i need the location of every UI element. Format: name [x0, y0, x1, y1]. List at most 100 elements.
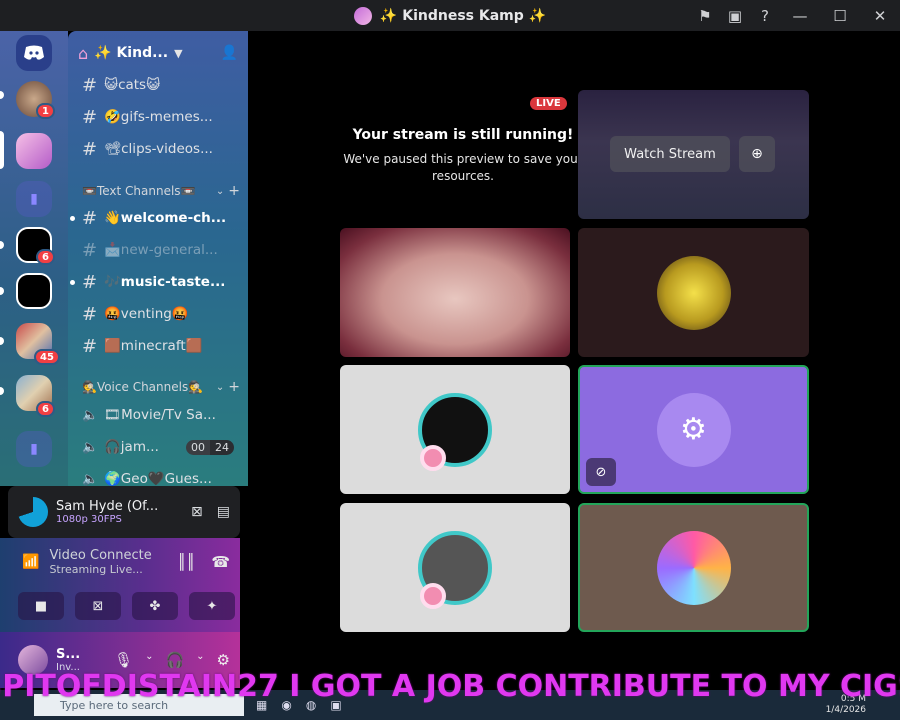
- mention-badge: 1: [36, 103, 55, 119]
- hash-icon: #: [82, 74, 98, 96]
- participant-tile[interactable]: [340, 503, 570, 632]
- participant-tile[interactable]: [578, 228, 809, 357]
- add-channel-icon[interactable]: +: [228, 379, 240, 395]
- title-bar: ✨ Kindness Kamp ✨ ⚑ ▣ ? — ☐ ✕: [0, 0, 900, 31]
- invite-icon[interactable]: 👤: [221, 45, 238, 61]
- popout-icon[interactable]: ⊕: [739, 136, 775, 172]
- streamer-name: Sam Hyde (Of...: [56, 499, 159, 514]
- disconnect-icon[interactable]: ☎: [211, 553, 230, 571]
- username: S...: [56, 647, 81, 662]
- unread-indicator: [0, 91, 4, 99]
- chevron-down-icon[interactable]: ⌄: [145, 651, 153, 669]
- stream-preview-tile[interactable]: Watch Stream ⊕: [578, 90, 809, 219]
- hash-icon: #: [82, 106, 98, 128]
- maximize-button[interactable]: ☐: [820, 0, 860, 31]
- category-text-channels[interactable]: 📼Text Channels📼 ⌄ +: [82, 181, 240, 201]
- shark-server-icon[interactable]: [16, 273, 52, 309]
- hash-icon: #: [82, 303, 98, 325]
- window-title: ✨ Kindness Kamp ✨: [379, 7, 547, 24]
- channel-cats[interactable]: # 😺cats😺: [76, 71, 240, 99]
- noise-suppression-icon[interactable]: ║║: [177, 553, 195, 571]
- speaker-icon: 🔈: [82, 471, 99, 487]
- screen-share-button[interactable]: ⊠: [75, 592, 121, 620]
- live-badge: LIVE: [530, 97, 567, 110]
- stream-quality: 1080p 30FPS: [56, 514, 122, 525]
- paused-title: Your stream is still running!: [352, 127, 574, 143]
- soundboard-icon: ✦: [206, 598, 218, 614]
- voice-channel-geo-guesser[interactable]: 🔈 🌍Geo🖤Gues...: [76, 465, 240, 486]
- paused-subtitle: We've paused this preview to save your r…: [343, 152, 583, 183]
- unread-dot: [70, 215, 75, 221]
- microphone-icon[interactable]: 🎙: [114, 651, 133, 669]
- folder-icon[interactable]: ▮: [16, 431, 52, 467]
- participant-avatar: ⚙: [656, 392, 731, 467]
- discord-logo-icon: [24, 45, 44, 60]
- streamer-avatar: [18, 497, 48, 527]
- stream-settings-icon[interactable]: ▤: [217, 504, 230, 520]
- stream-card[interactable]: Sam Hyde (Of... 1080p 30FPS ⊠ ▤: [8, 486, 240, 538]
- participant-tile[interactable]: [340, 365, 570, 494]
- speaker-icon: 🔈: [82, 439, 99, 455]
- close-button[interactable]: ✕: [860, 0, 900, 31]
- unread-indicator: [0, 337, 4, 345]
- folder-icon[interactable]: ▮: [16, 181, 52, 217]
- overlay-banner-text: SPITOFDISTAIN27 I GOT A JOB CONTRIBUTE T…: [0, 668, 900, 704]
- stop-stream-icon[interactable]: ⊠: [191, 504, 203, 520]
- channel-venting[interactable]: # 🤬venting🤬: [76, 300, 240, 328]
- guild-name: ✨ Kind...: [94, 45, 169, 61]
- guild-header[interactable]: ⌂ ✨ Kind... ▼ 👤: [68, 31, 248, 75]
- flag-icon[interactable]: ⚑: [690, 0, 720, 31]
- unread-indicator: [0, 241, 4, 249]
- voice-status: Video Connecte: [49, 548, 152, 563]
- channel-music-taste[interactable]: # 🎶music-taste...: [70, 268, 240, 296]
- channel-clips-videos[interactable]: # 📽clips-videos...: [76, 135, 240, 163]
- help-icon[interactable]: ?: [750, 0, 780, 31]
- hash-icon: #: [82, 207, 98, 229]
- user-count: 00 24: [186, 439, 234, 455]
- server-home-icon: ⌂: [78, 43, 89, 63]
- selected-indicator: [0, 131, 4, 169]
- mention-badge: 45: [34, 349, 60, 365]
- channel-minecraft[interactable]: # 🟫minecraft🟫: [76, 332, 240, 360]
- participant-tile-speaking[interactable]: ⚙ ⊘: [578, 365, 809, 494]
- category-voice-channels[interactable]: 🕵Voice Channels🕵 ⌄ +: [82, 377, 240, 397]
- server-avatar: [353, 6, 372, 25]
- chevron-down-icon[interactable]: ⌄: [196, 651, 204, 669]
- camera-icon: ■: [34, 598, 48, 614]
- participant-tile-speaking[interactable]: [578, 503, 809, 632]
- hash-icon: #: [82, 271, 98, 293]
- speaker-icon: 🔈: [82, 407, 99, 423]
- inbox-icon[interactable]: ▣: [720, 0, 750, 31]
- soundboard-button[interactable]: ✦: [189, 592, 235, 620]
- screen-share-icon: ⊠: [92, 598, 104, 614]
- activities-button[interactable]: ✤: [132, 592, 178, 620]
- discord-home-button[interactable]: [16, 35, 52, 71]
- eye-slash-icon[interactable]: ⊘: [586, 458, 616, 486]
- server-rail: 1 ▮ 6 45 6 ▮: [0, 31, 68, 486]
- channel-new-general[interactable]: # 📩new-general...: [76, 236, 240, 264]
- unread-dot: [70, 279, 75, 285]
- signal-icon[interactable]: 📶: [22, 554, 39, 570]
- channel-welcome[interactable]: # 👋welcome-ch...: [70, 204, 240, 232]
- voice-channel-movie-tv[interactable]: 🔈 🎞Movie/Tv Sa...: [76, 401, 240, 429]
- activities-icon: ✤: [149, 598, 161, 614]
- minimize-button[interactable]: —: [780, 0, 820, 31]
- chevron-down-icon: ⌄: [215, 381, 225, 393]
- headphones-icon[interactable]: 🎧: [165, 651, 184, 669]
- watch-stream-button[interactable]: Watch Stream: [610, 136, 730, 172]
- mention-badge: 6: [36, 401, 55, 417]
- voice-channel-jam[interactable]: 🔈 🎧jam... 00 24: [76, 433, 240, 461]
- hash-icon: #: [82, 138, 98, 160]
- channel-sidebar: ⌂ ✨ Kind... ▼ 👤 # 😺cats😺 # 🤣gifs-memes... …: [68, 31, 248, 486]
- channel-gifs-memes[interactable]: # 🤣gifs-memes...: [76, 103, 240, 131]
- voice-detail: Streaming Live...: [49, 563, 143, 576]
- server-icon-kindness-kamp[interactable]: [16, 133, 52, 169]
- donut-decoration-icon: [420, 445, 446, 471]
- hash-icon: #: [82, 239, 98, 261]
- hash-icon: #: [82, 335, 98, 357]
- unread-indicator: [0, 387, 4, 395]
- add-channel-icon[interactable]: +: [228, 183, 240, 199]
- camera-button[interactable]: ■: [18, 592, 64, 620]
- gear-icon[interactable]: ⚙: [217, 651, 230, 669]
- camera-tile[interactable]: [340, 228, 570, 357]
